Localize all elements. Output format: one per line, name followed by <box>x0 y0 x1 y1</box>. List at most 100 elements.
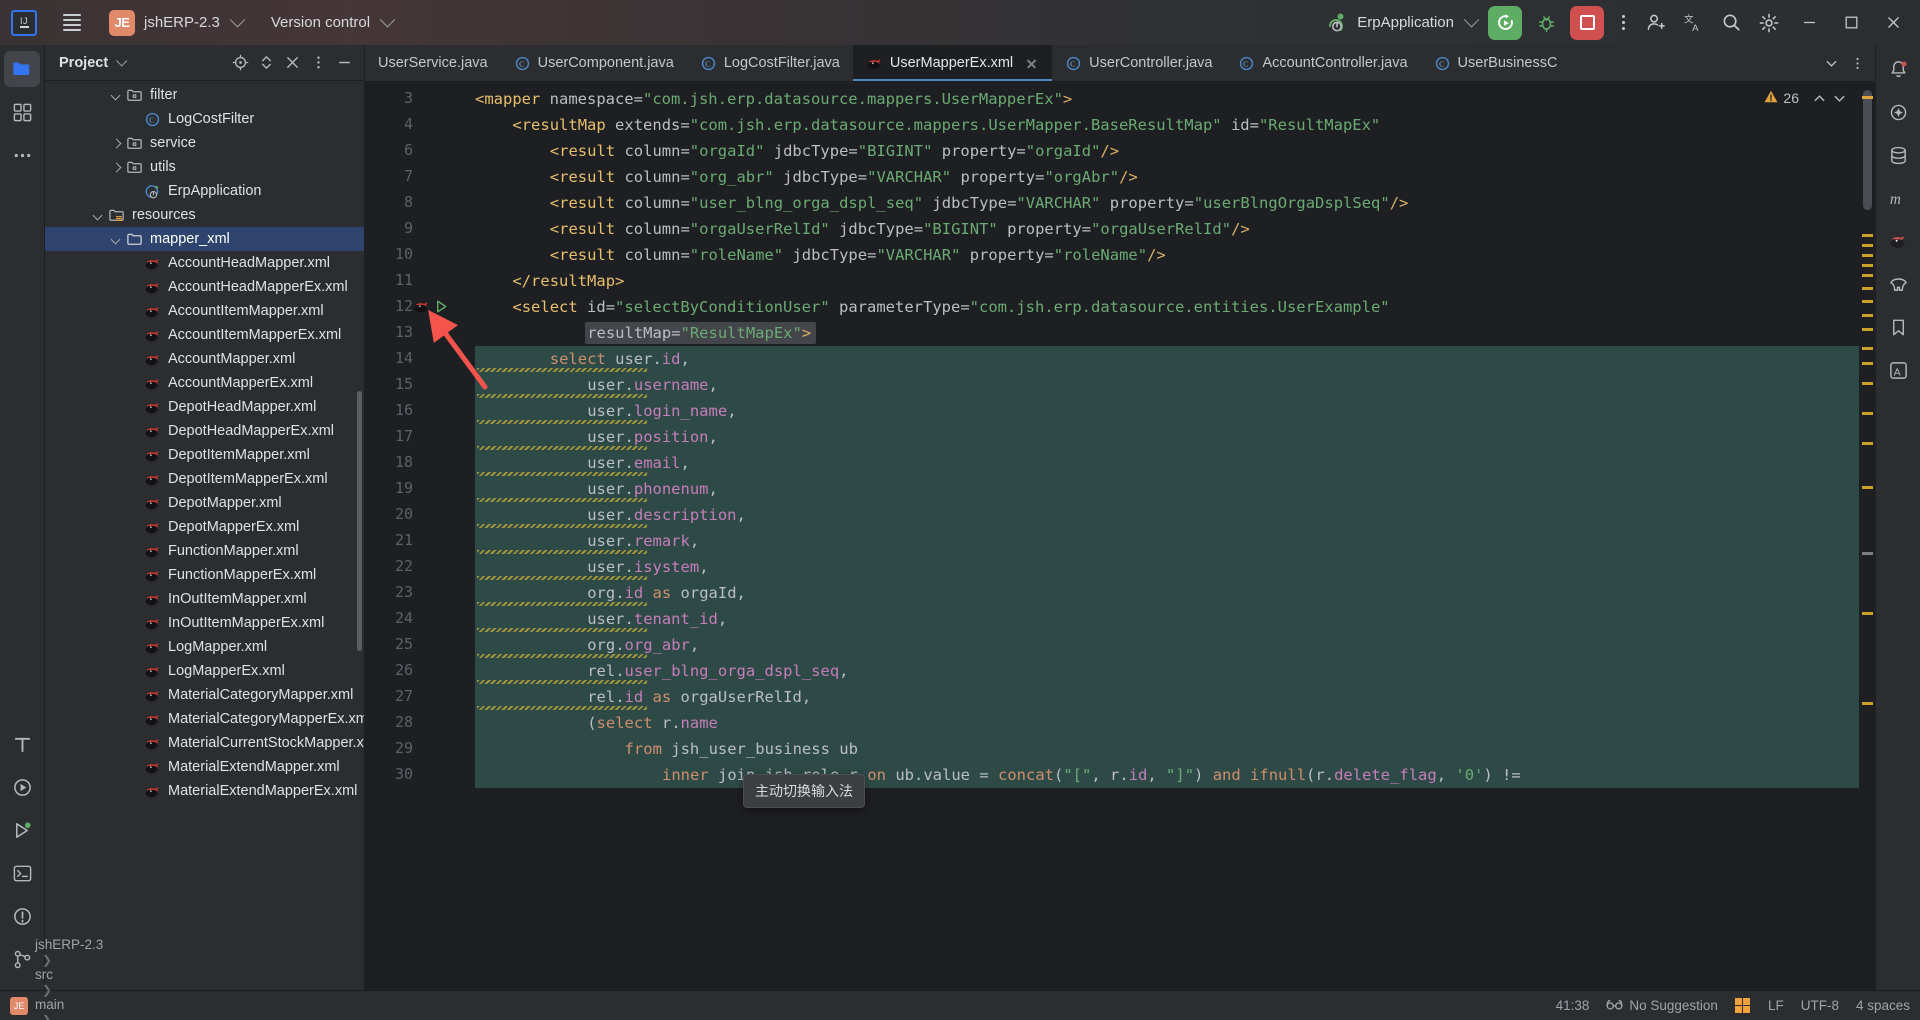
sidebar-item-structure[interactable] <box>4 726 40 762</box>
tree-item[interactable]: C LogCostFilter <box>45 107 364 131</box>
tab-usercontroller-java[interactable]: C UserController.java <box>1052 45 1225 81</box>
code-line[interactable]: user.email, <box>587 450 690 476</box>
editor-scrollbar-thumb[interactable] <box>1863 90 1872 210</box>
code-line[interactable]: <result column="orgaId" jdbcType="BIGINT… <box>550 138 1119 164</box>
tree-item-selected[interactable]: mapper_xml <box>45 227 364 251</box>
close-icon[interactable] <box>1024 56 1039 71</box>
tree-item[interactable]: MaterialCategoryMapperEx.xml <box>45 707 364 731</box>
marker-warning[interactable] <box>1862 254 1873 257</box>
window-close-icon[interactable] <box>1872 0 1914 45</box>
mybatis-run-icon[interactable] <box>413 298 430 320</box>
target-crosshair-icon[interactable] <box>228 51 252 75</box>
marker-warning[interactable] <box>1862 234 1873 237</box>
marker-warning[interactable] <box>1862 300 1873 303</box>
run-gutter-play-icon[interactable] <box>433 298 450 320</box>
code-line[interactable]: (select r.name <box>587 710 718 736</box>
chevron-down-icon[interactable] <box>109 232 124 247</box>
code-line[interactable]: user.remark, <box>587 528 699 554</box>
marker-warning[interactable] <box>1862 412 1873 415</box>
panel-title[interactable]: Project <box>59 55 108 71</box>
stop-button[interactable] <box>1570 5 1604 40</box>
tree-item[interactable]: InOutItemMapper.xml <box>45 587 364 611</box>
os-indicator[interactable] <box>1734 997 1751 1014</box>
intellij-idea-logo[interactable]: IJ <box>11 9 37 36</box>
tree-item[interactable]: DepotHeadMapper.xml <box>45 395 364 419</box>
ai-assistant-icon[interactable] <box>1880 94 1916 130</box>
chevron-down-icon[interactable] <box>1829 88 1849 108</box>
minimize-panel-icon[interactable] <box>332 51 356 75</box>
run-configuration-selector[interactable]: ErpApplication <box>1326 11 1480 33</box>
code-line[interactable]: </resultMap> <box>512 268 624 294</box>
project-name-dropdown[interactable]: jshERP-2.3 <box>135 11 246 31</box>
code-line[interactable]: <select id="selectByConditionUser" param… <box>512 294 1389 320</box>
tree-item[interactable]: InOutItemMapperEx.xml <box>45 611 364 635</box>
sidebar-item-terminal[interactable] <box>4 855 40 891</box>
panel-options-icon[interactable] <box>306 51 330 75</box>
maven-m-icon[interactable]: m <box>1880 180 1916 216</box>
caret-position[interactable]: 41:38 <box>1556 998 1590 1013</box>
tree-item[interactable]: MaterialCurrentStockMapper.xml <box>45 731 364 755</box>
version-control-dropdown[interactable]: Version control <box>271 11 396 31</box>
tree-item[interactable]: DepotItemMapper.xml <box>45 443 364 467</box>
window-minimize-icon[interactable] <box>1788 0 1830 45</box>
code-line[interactable]: user.description, <box>587 502 746 528</box>
marker-warning[interactable] <box>1862 287 1873 290</box>
sidebar-item-run[interactable] <box>4 769 40 805</box>
chevron-down-icon[interactable] <box>116 54 128 67</box>
code-line[interactable]: resultMap="ResultMapEx"> <box>587 320 811 346</box>
translation-a-icon[interactable]: A <box>1880 352 1916 388</box>
tree-item[interactable]: DepotMapper.xml <box>45 491 364 515</box>
tree-item[interactable]: filter <box>45 83 364 107</box>
run-button[interactable] <box>1488 5 1522 40</box>
tree-item[interactable]: AccountMapper.xml <box>45 347 364 371</box>
code-line[interactable]: rel.user_blng_orga_dspl_seq, <box>587 658 848 684</box>
sidebar-item-debug-run[interactable] <box>4 812 40 848</box>
translate-language-icon[interactable]: 文 A <box>1674 4 1712 42</box>
line-separator[interactable]: LF <box>1768 998 1784 1013</box>
tab-usermapperex-xml[interactable]: UserMapperEx.xml <box>852 45 1053 81</box>
chevron-down-icon[interactable] <box>109 88 124 103</box>
tree-item[interactable]: FunctionMapper.xml <box>45 539 364 563</box>
code-content[interactable]: <mapper namespace="com.jsh.erp.datasourc… <box>475 82 1859 990</box>
code-line[interactable]: <mapper namespace="com.jsh.erp.datasourc… <box>475 86 1072 112</box>
editor-scrollbar-rail[interactable] <box>1859 82 1875 990</box>
tree-item[interactable]: resources <box>45 203 364 227</box>
tab-logcostfilter-java[interactable]: C LogCostFilter.java <box>687 45 853 81</box>
code-line[interactable]: <result column="orgaUserRelId" jdbcType=… <box>550 216 1250 242</box>
code-line[interactable]: user.isystem, <box>587 554 708 580</box>
code-line[interactable]: from jsh_user_business ub <box>625 736 858 762</box>
chevron-down-icon[interactable] <box>1818 50 1844 76</box>
tree-item[interactable]: AccountHeadMapper.xml <box>45 251 364 275</box>
sidebar-item-project[interactable] <box>4 51 40 87</box>
code-line[interactable]: <result column="roleName" jdbcType="VARC… <box>550 242 1166 268</box>
tree-item[interactable]: DepotHeadMapperEx.xml <box>45 419 364 443</box>
marker-warning[interactable] <box>1862 486 1873 489</box>
code-editor[interactable]: 3 4 6 7 8 9 10 11 12 13 14 15 16 17 18 19 20 21 22 23 24 25 26… <box>365 82 1875 990</box>
tree-item[interactable]: DepotItemMapperEx.xml <box>45 467 364 491</box>
tree-item[interactable]: MaterialCategoryMapper.xml <box>45 683 364 707</box>
tab-userbusinessc[interactable]: C UserBusinessC <box>1421 45 1571 81</box>
tree-item[interactable]: AccountHeadMapperEx.xml <box>45 275 364 299</box>
more-vertical-icon[interactable] <box>1844 50 1870 76</box>
hamburger-menu-icon[interactable] <box>55 6 89 40</box>
breadcrumb-item[interactable]: main <box>35 997 132 1012</box>
marker-warning[interactable] <box>1862 314 1873 317</box>
tree-item[interactable]: service <box>45 131 364 155</box>
code-line[interactable]: rel.id as orgaUserRelId, <box>587 684 811 710</box>
code-line[interactable]: <result column="user_blng_orga_dspl_seq"… <box>550 190 1409 216</box>
search-magnifier-icon[interactable] <box>1712 4 1750 42</box>
account-user-icon[interactable] <box>1636 4 1674 42</box>
mybatis-bird-icon[interactable] <box>1880 223 1916 259</box>
bookmark-icon[interactable] <box>1880 309 1916 345</box>
tree-item[interactable]: MaterialExtendMapper.xml <box>45 755 364 779</box>
tree-item[interactable]: utils <box>45 155 364 179</box>
marker-warning[interactable] <box>1862 347 1873 350</box>
project-file-tree[interactable]: filter C LogCostFilter service utils ErpAppli… <box>45 81 364 990</box>
indent-setting[interactable]: 4 spaces <box>1856 998 1910 1013</box>
tree-item[interactable]: AccountMapperEx.xml <box>45 371 364 395</box>
marker-warning[interactable] <box>1862 382 1873 385</box>
tab-usercomponent-java[interactable]: C UserComponent.java <box>501 45 687 81</box>
chevron-down-icon[interactable] <box>91 208 106 223</box>
code-line[interactable]: org.id as orgaId, <box>587 580 746 606</box>
tab-accountcontroller-java[interactable]: C AccountController.java <box>1225 45 1420 81</box>
